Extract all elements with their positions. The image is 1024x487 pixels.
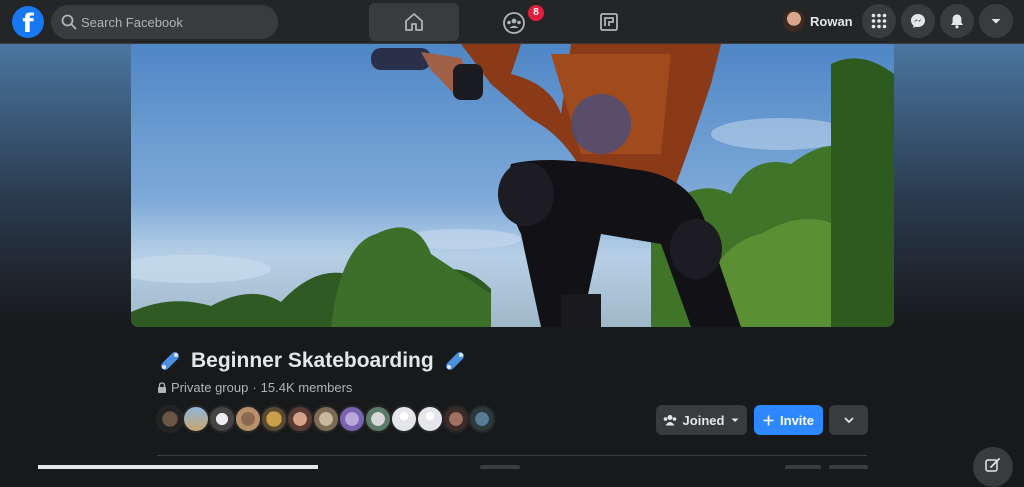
group-meta: Private group · 15.4K members (157, 380, 352, 395)
member-avatar[interactable] (416, 405, 444, 433)
gaming-icon (600, 13, 618, 31)
caret-down-icon (731, 418, 739, 422)
groups-notification-badge: 8 (528, 5, 544, 21)
member-avatar[interactable] (260, 405, 288, 433)
member-avatars (156, 405, 496, 433)
compose-icon (985, 458, 1000, 472)
header-divider (157, 455, 867, 456)
messenger-icon (911, 14, 925, 28)
members-count[interactable]: 15.4K members (261, 380, 353, 395)
account-menu-button[interactable] (979, 4, 1013, 38)
member-avatar[interactable] (364, 405, 392, 433)
member-avatar[interactable] (286, 405, 314, 433)
chevron-down-icon (844, 417, 853, 423)
profile-link[interactable]: Rowan (779, 6, 853, 38)
member-avatar[interactable] (338, 405, 366, 433)
groups-icon (503, 12, 525, 34)
tab-gaming[interactable] (564, 3, 654, 41)
bell-icon (951, 14, 963, 29)
messenger-button[interactable] (901, 4, 935, 38)
notifications-button[interactable] (940, 4, 974, 38)
skateboard-emoji-icon (445, 352, 464, 370)
home-icon (405, 13, 423, 31)
menu-grid-icon (871, 13, 887, 29)
group-cover-photo[interactable] (131, 44, 894, 327)
profile-name: Rowan (810, 14, 853, 29)
meta-separator: · (252, 380, 257, 395)
skateboard-emoji-icon (161, 352, 179, 370)
invite-button[interactable]: Invite (754, 405, 823, 435)
group-tab-stub[interactable] (785, 465, 821, 469)
member-avatar[interactable] (442, 405, 470, 433)
top-navigation-bar: f 8 Rowan (0, 0, 1024, 44)
member-avatar[interactable] (312, 405, 340, 433)
menu-button[interactable] (862, 4, 896, 38)
joined-button[interactable]: Joined (656, 405, 747, 435)
joined-label: Joined (682, 412, 725, 428)
group-title[interactable]: Beginner Skateboarding (191, 349, 434, 373)
member-avatar[interactable] (234, 405, 262, 433)
new-message-button[interactable] (973, 447, 1013, 487)
privacy-label[interactable]: Private group (171, 380, 248, 395)
member-avatar[interactable] (390, 405, 418, 433)
facebook-logo[interactable]: f (12, 6, 44, 38)
group-tab-stub[interactable] (829, 465, 868, 469)
skateboarder-photo (131, 44, 894, 327)
caret-down-icon (991, 19, 1001, 24)
horizontal-scrollbar[interactable] (38, 465, 318, 469)
group-members-icon (663, 415, 676, 426)
member-avatar[interactable] (208, 405, 236, 433)
tab-groups[interactable] (467, 3, 557, 41)
search-input[interactable] (81, 5, 271, 39)
member-avatar[interactable] (156, 405, 184, 433)
invite-label: Invite (780, 412, 814, 428)
member-avatar[interactable] (182, 405, 210, 433)
group-title-row: Beginner Skateboarding (157, 346, 468, 376)
group-tab-stub[interactable] (480, 465, 520, 469)
search-box[interactable] (51, 5, 278, 39)
avatar (783, 10, 805, 32)
search-icon (61, 14, 77, 30)
member-avatar[interactable] (468, 405, 496, 433)
plus-icon (763, 415, 774, 425)
tab-home[interactable] (369, 3, 459, 41)
more-options-button[interactable] (829, 405, 868, 435)
lock-icon (158, 382, 166, 393)
